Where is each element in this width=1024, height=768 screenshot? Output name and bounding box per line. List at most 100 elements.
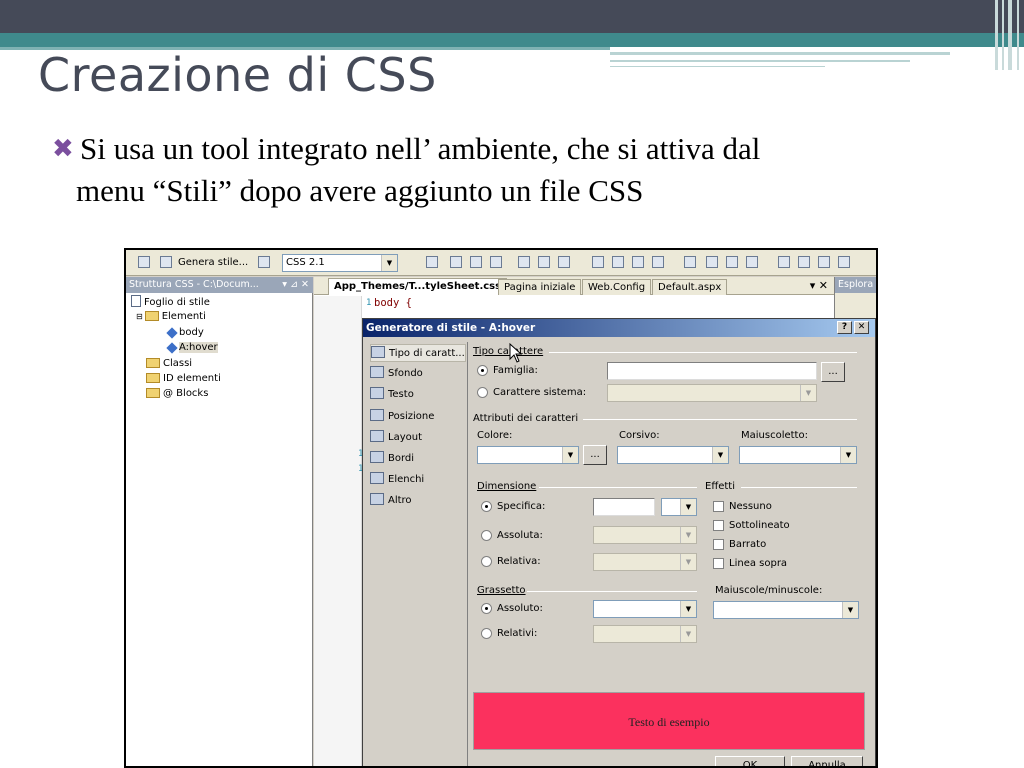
specifica-radio[interactable] [481, 501, 492, 512]
preview-sample: Testo di esempio [473, 692, 865, 750]
assoluta-select[interactable]: ▼ [593, 526, 697, 544]
chevron-down-icon: ▼ [680, 499, 696, 515]
h-spacing-dec-icon[interactable] [726, 256, 738, 268]
tab-pagina-iniziale[interactable]: Pagina iniziale [498, 279, 582, 295]
css-outline-header: Struttura CSS - C:\Docum... ▾ ⊿ ✕ [126, 277, 313, 293]
annulla-button[interactable]: Annulla [791, 756, 863, 766]
relativi-radio[interactable] [481, 628, 492, 639]
chevron-down-icon: ▼ [680, 554, 696, 570]
v-spacing-dec-icon[interactable] [818, 256, 830, 268]
nav-label: Sfondo [388, 368, 423, 379]
background-icon [370, 366, 384, 378]
nav-testo[interactable]: Testo [370, 386, 466, 404]
tree-item-blocks[interactable]: @ Blocks [146, 387, 208, 401]
css-version-select[interactable]: CSS 2.1 ▼ [282, 254, 398, 272]
genera-stile-button[interactable]: Genera stile... [178, 254, 248, 271]
colore-select[interactable]: ▼ [477, 446, 579, 464]
align-icon[interactable] [426, 256, 438, 268]
carattere-sistema-radio[interactable] [477, 387, 488, 398]
tree-item-a-hover[interactable]: A:hover [166, 341, 218, 355]
align-bottom-icon[interactable] [558, 256, 570, 268]
nav-altro[interactable]: Altro [370, 492, 466, 510]
css-tool-icon[interactable] [138, 256, 150, 268]
align-left-icon[interactable] [450, 256, 462, 268]
h-spacing-inc-icon[interactable] [706, 256, 718, 268]
v-spacing-icon[interactable] [778, 256, 790, 268]
relativa-radio[interactable] [481, 556, 492, 567]
folder-icon [144, 311, 159, 321]
close-button[interactable]: ✕ [854, 321, 869, 334]
tree-item-foglio[interactable]: Foglio di stile [131, 295, 210, 310]
famiglia-radio[interactable] [477, 365, 488, 376]
align-right-icon[interactable] [490, 256, 502, 268]
relativi-select[interactable]: ▼ [593, 625, 697, 643]
tab-controls[interactable]: ▾ ✕ [810, 279, 828, 292]
style-builder-icon[interactable] [258, 256, 270, 268]
maiuscoletto-select[interactable]: ▼ [739, 446, 857, 464]
help-button[interactable]: ? [837, 321, 852, 334]
css-outline-pane: Struttura CSS - C:\Docum... ▾ ⊿ ✕ Foglio… [126, 277, 313, 766]
nav-bordi[interactable]: Bordi [370, 450, 466, 468]
size-height-icon[interactable] [612, 256, 624, 268]
nessuno-checkbox[interactable] [713, 501, 724, 512]
nav-layout[interactable]: Layout [370, 429, 466, 447]
size-both-icon[interactable] [632, 256, 644, 268]
specifica-unit-select[interactable]: ▼ [661, 498, 697, 516]
v-spacing-inc-icon[interactable] [798, 256, 810, 268]
nessuno-label: Nessuno [729, 501, 772, 512]
famiglia-browse-button[interactable]: ... [821, 362, 845, 382]
tree-label: Classi [163, 358, 193, 369]
chevron-down-icon: ▼ [680, 527, 696, 543]
h-spacing-icon[interactable] [684, 256, 696, 268]
tree-label: Foglio di stile [144, 297, 210, 308]
align-middle-icon[interactable] [538, 256, 550, 268]
element-icon [166, 342, 178, 354]
borders-icon [370, 451, 384, 463]
ok-button[interactable]: OK [715, 756, 785, 766]
tab-default-aspx[interactable]: Default.aspx [652, 279, 728, 295]
specifica-input[interactable] [593, 498, 655, 516]
colore-browse-button[interactable]: ... [583, 445, 607, 465]
text-icon [370, 387, 384, 399]
relativa-select[interactable]: ▼ [593, 553, 697, 571]
v-spacing-remove-icon[interactable] [838, 256, 850, 268]
sottolineato-checkbox[interactable] [713, 520, 724, 531]
folder-icon [146, 358, 160, 368]
divider [539, 487, 697, 488]
bullet-text-line1: Si usa un tool integrato nell’ ambiente,… [80, 131, 761, 166]
tab-web-config[interactable]: Web.Config [582, 279, 652, 295]
pane-controls[interactable]: ▾ ⊿ ✕ [282, 277, 309, 293]
css-outline-title: Struttura CSS - C:\Docum... [129, 279, 259, 290]
nav-elenchi[interactable]: Elenchi [370, 471, 466, 489]
assoluta-radio[interactable] [481, 530, 492, 541]
size-width-icon[interactable] [592, 256, 604, 268]
carattere-sistema-select[interactable]: ▼ [607, 384, 817, 402]
nav-label: Tipo di caratt... [389, 348, 465, 359]
tree-item-classi[interactable]: Classi [146, 357, 192, 371]
tree-item-elementi[interactable]: ⊟ Elementi [136, 310, 206, 324]
assoluto-select[interactable]: ▼ [593, 600, 697, 618]
tree-item-body[interactable]: body [166, 326, 204, 340]
barrato-checkbox[interactable] [713, 539, 724, 550]
ide-screenshot: Genera stile... CSS 2.1 ▼ Struttura CSS … [124, 248, 878, 768]
tab-stylesheet[interactable]: App_Themes/T...tyleSheet.css [328, 278, 508, 295]
linea-sopra-checkbox[interactable] [713, 558, 724, 569]
code-line[interactable]: body { [374, 297, 412, 309]
corsivo-select[interactable]: ▼ [617, 446, 729, 464]
nav-tipo-carattere[interactable]: Tipo di caratt... [370, 344, 466, 362]
assoluto-radio[interactable] [481, 603, 492, 614]
tree-label: Elementi [161, 311, 206, 322]
divider [741, 487, 857, 488]
nav-posizione[interactable]: Posizione [370, 408, 466, 426]
maiuscole-select[interactable]: ▼ [713, 601, 859, 619]
grid-icon[interactable] [652, 256, 664, 268]
genera-stile-icon[interactable] [160, 256, 172, 268]
decor-line [610, 60, 910, 62]
stylesheet-icon [131, 295, 141, 307]
h-spacing-remove-icon[interactable] [746, 256, 758, 268]
align-center-icon[interactable] [470, 256, 482, 268]
align-top-icon[interactable] [518, 256, 530, 268]
tree-item-id-elementi[interactable]: ID elementi [146, 372, 221, 386]
nav-sfondo[interactable]: Sfondo [370, 365, 466, 383]
famiglia-input[interactable] [607, 362, 817, 380]
